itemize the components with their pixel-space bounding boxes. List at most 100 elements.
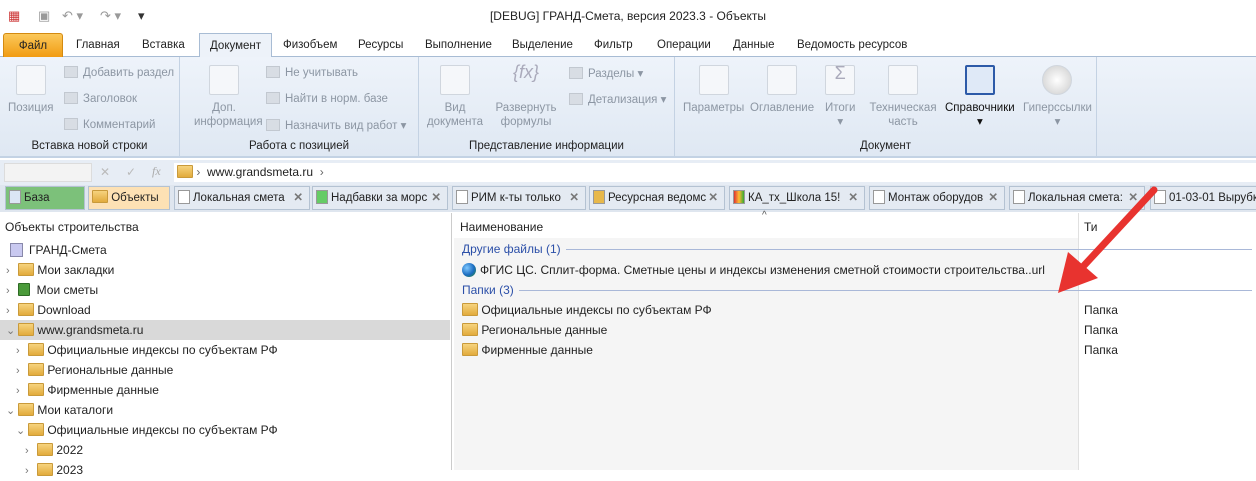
find-in-base-button[interactable]: Найти в норм. базе — [266, 92, 388, 105]
group-document: Параметры Оглавление Σ Итоги ▾ Техническая… — [675, 57, 1097, 156]
tree-item[interactable]: › Официальные индексы по субъектам РФ — [0, 340, 450, 360]
chevron-right-icon[interactable]: › — [25, 461, 37, 481]
tab-execution[interactable]: Выполнение — [415, 33, 502, 57]
toc-button[interactable]: Оглавление — [750, 65, 814, 115]
tab-volume[interactable]: Физобъем — [273, 33, 347, 57]
tree-item[interactable]: ⌄ Официальные индексы по субъектам РФ — [0, 420, 450, 440]
column-name-label[interactable]: Наименование — [460, 220, 543, 234]
heading-button[interactable]: Заголовок — [64, 92, 137, 105]
tab-objects[interactable]: Объекты — [88, 186, 170, 210]
document-icon — [316, 190, 328, 204]
document-icon — [456, 190, 468, 204]
folder-icon — [18, 263, 34, 276]
folder-row[interactable]: Фирменные данные — [462, 340, 593, 360]
parameters-button[interactable]: Параметры — [683, 65, 744, 115]
chevron-down-icon[interactable]: ⌄ — [16, 421, 28, 441]
heading-icon — [64, 92, 78, 104]
tab-resource-sheet[interactable]: Ведомость ресурсов — [787, 33, 917, 57]
breadcrumb-item[interactable]: www.grandsmeta.ru — [207, 165, 313, 179]
sections-dropdown[interactable]: Разделы ▾ — [569, 66, 643, 80]
tree-item[interactable]: › Мои сметы — [0, 280, 450, 300]
close-icon[interactable]: ✕ — [848, 187, 858, 209]
tab-data[interactable]: Данные — [723, 33, 785, 57]
assign-icon — [266, 119, 280, 131]
tree-item[interactable]: › 2022 — [0, 440, 450, 460]
tab-file[interactable]: Файл — [3, 33, 63, 57]
references-button[interactable]: Справочники ▾ — [945, 65, 1015, 129]
ribbon-tabs: Файл Главная Вставка Документ Физобъем Р… — [0, 33, 1256, 58]
hyperlinks-button[interactable]: Гиперссылки ▾ — [1023, 65, 1092, 129]
tab-filter[interactable]: Фильтр — [584, 33, 643, 57]
tree-item[interactable]: ⌄ Мои каталоги — [0, 400, 450, 420]
close-icon[interactable]: ✕ — [569, 187, 579, 209]
chevron-right-icon[interactable]: › — [320, 165, 324, 179]
ignore-button[interactable]: Не учитывать — [266, 66, 358, 79]
confirm-icon[interactable]: ✓ — [126, 165, 136, 179]
tab-label: Монтаж оборудов — [888, 192, 984, 204]
tab-label: Надбавки за морс — [331, 192, 428, 204]
close-icon[interactable]: ✕ — [431, 187, 441, 209]
chevron-right-icon[interactable]: › — [16, 381, 28, 401]
totals-button[interactable]: Σ Итоги ▾ — [825, 64, 855, 129]
tree-item[interactable]: ГРАНД-Смета — [0, 240, 450, 260]
table-icon — [440, 65, 470, 95]
chevron-right-icon[interactable]: › — [6, 281, 18, 301]
close-icon[interactable]: ✕ — [293, 187, 303, 209]
name-box[interactable] — [4, 163, 92, 182]
doc-tab[interactable]: РИМ к-ты только ✕ — [452, 186, 586, 210]
assign-work-type-button[interactable]: Назначить вид работ ▾ — [266, 118, 406, 132]
add-section-button[interactable]: Добавить раздел — [64, 66, 174, 79]
add-section-icon — [64, 66, 78, 78]
document-view-button[interactable]: Вид документа — [425, 65, 485, 129]
folder-row[interactable]: Региональные данные — [462, 320, 607, 340]
doc-tab[interactable]: КА_тх_Школа 15! ✕ — [729, 186, 865, 210]
tab-operations[interactable]: Операции — [647, 33, 721, 57]
chevron-right-icon[interactable]: › — [6, 301, 18, 321]
tree-item-selected[interactable]: ⌄ www.grandsmeta.ru — [0, 320, 450, 340]
tab-selection[interactable]: Выделение — [502, 33, 583, 57]
position-button[interactable]: Позиция — [8, 65, 53, 115]
tech-part-button[interactable]: Техническая часть — [868, 65, 938, 129]
comment-button[interactable]: Комментарий — [64, 118, 155, 131]
doc-tab[interactable]: Монтаж оборудов ✕ — [869, 186, 1005, 210]
tree-item[interactable]: › Фирменные данные — [0, 380, 450, 400]
doc-tab[interactable]: Локальная смета ✕ — [174, 186, 310, 210]
tab-resources[interactable]: Ресурсы — [348, 33, 413, 57]
tab-base[interactable]: База — [5, 186, 85, 210]
chevron-right-icon[interactable]: › — [25, 441, 37, 461]
tree-item[interactable]: › 2023 — [0, 460, 450, 480]
folder-row[interactable]: Официальные индексы по субъектам РФ — [462, 300, 712, 320]
tree-item-label: 2022 — [56, 443, 84, 457]
function-icon[interactable]: fx — [152, 164, 161, 179]
file-row[interactable]: ФГИС ЦС. Сплит-форма. Сметные цены и инд… — [462, 260, 1045, 280]
extra-info-label: Доп. информация — [194, 102, 263, 128]
document-icon — [1013, 190, 1025, 204]
tree-item[interactable]: › Download — [0, 300, 450, 320]
chevron-right-icon[interactable]: › — [6, 261, 18, 281]
tree-item-label: Официальные индексы по субъектам РФ — [47, 343, 278, 357]
tree-item[interactable]: › Региональные данные — [0, 360, 450, 380]
globe-icon — [1042, 65, 1073, 95]
chevron-down-icon[interactable]: ⌄ — [6, 321, 18, 341]
find-icon — [266, 92, 280, 104]
tree-item[interactable]: › Мои закладки — [0, 260, 450, 280]
expand-formulas-button[interactable]: {fx} Развернуть формулы — [491, 63, 561, 129]
comment-label: Комментарий — [83, 119, 156, 131]
close-icon[interactable]: ✕ — [988, 187, 998, 209]
tab-home[interactable]: Главная — [66, 33, 130, 57]
close-icon[interactable]: ✕ — [708, 187, 718, 209]
database-icon — [9, 190, 21, 204]
chevron-down-icon[interactable]: ⌄ — [6, 401, 18, 421]
chevron-right-icon[interactable]: › — [16, 361, 28, 381]
doc-tab[interactable]: Ресурсная ведомс ✕ — [589, 186, 725, 210]
heading-label: Заголовок — [83, 93, 138, 105]
doc-tab[interactable]: Надбавки за морс ✕ — [312, 186, 448, 210]
cancel-icon[interactable]: ✕ — [100, 165, 110, 179]
tab-document[interactable]: Документ — [199, 33, 273, 58]
parameters-icon — [698, 65, 729, 95]
extra-info-button[interactable]: Доп. информация — [194, 65, 263, 129]
chevron-right-icon[interactable]: › — [16, 341, 28, 361]
detail-dropdown[interactable]: Детализация ▾ — [569, 92, 666, 106]
toc-label: Оглавление — [750, 102, 815, 114]
tab-insert[interactable]: Вставка — [132, 33, 195, 57]
